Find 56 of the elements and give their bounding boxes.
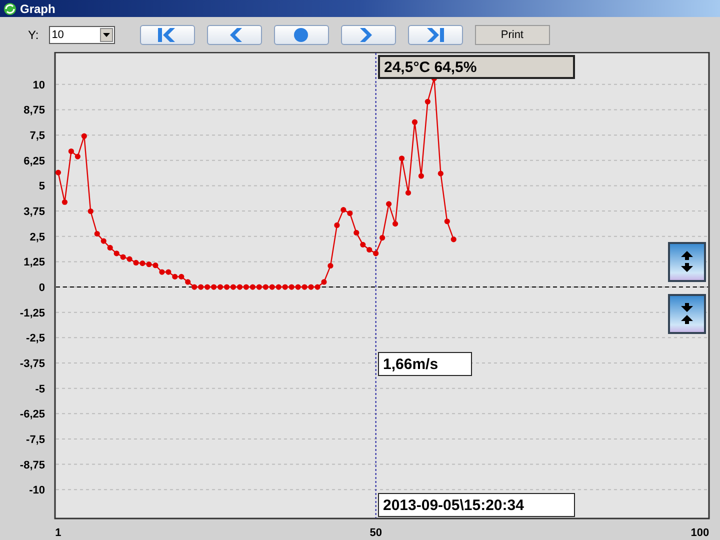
last-button[interactable] [408, 24, 463, 44]
compress-scale-button[interactable] [668, 294, 706, 334]
value-readout: 1,66m/s [378, 352, 472, 376]
timestamp-readout: 2013-09-05\15:20:34 [378, 493, 575, 517]
data-point [450, 236, 456, 242]
data-point [81, 133, 87, 139]
compress-arrows-icon [681, 303, 693, 325]
previous-button[interactable] [206, 24, 262, 44]
y-axis-label: 8,75 [24, 104, 45, 117]
y-axis-label: -1,25 [20, 307, 45, 320]
data-point [398, 156, 405, 162]
y-axis-label: -7,5 [26, 434, 45, 446]
y-axis-label: -10 [29, 484, 45, 497]
data-point [392, 221, 398, 227]
temperature-readout: 24,5°C 64,5% [378, 55, 575, 79]
data-point [418, 173, 424, 179]
y-axis-label: -2,5 [26, 332, 45, 345]
data-point [380, 235, 386, 241]
y-axis-label: 6,25 [24, 155, 45, 168]
data-point [334, 222, 340, 228]
y-axis-label: 3,75 [24, 206, 45, 218]
data-point [412, 119, 418, 125]
first-button[interactable] [140, 24, 195, 44]
y-label: Y: [28, 28, 39, 42]
expand-arrows-icon [681, 251, 693, 273]
y-axis-label: 7,5 [30, 130, 45, 142]
data-point [328, 262, 334, 269]
data-point [424, 98, 430, 104]
center-button[interactable] [274, 24, 329, 44]
x-axis-label: 1 [55, 527, 62, 539]
y-axis-label: -8,75 [20, 459, 45, 472]
x-axis-label: 100 [690, 527, 710, 539]
data-point [354, 230, 360, 236]
y-axis-label: -5 [35, 383, 45, 396]
data-point [62, 199, 68, 205]
data-point [386, 201, 392, 207]
data-point [55, 170, 62, 176]
y-axis-label: -3,75 [20, 358, 45, 370]
y-axis-label: 0 [38, 282, 45, 294]
data-point [405, 190, 412, 196]
data-point [444, 218, 450, 224]
next-button[interactable] [340, 24, 396, 44]
caret-icon [102, 32, 110, 36]
y-axis-label: -6,25 [20, 408, 45, 421]
print-button[interactable]: Print [474, 24, 550, 44]
app-icon [3, 2, 17, 16]
expand-scale-button[interactable] [668, 242, 706, 282]
x-axis-label: 50 [370, 527, 382, 539]
y-axis-label: 5 [38, 180, 45, 193]
window-title: Graph [20, 2, 56, 16]
data-point [88, 208, 94, 214]
y-axis-label: 2,5 [30, 231, 45, 244]
y-axis-label: 1,25 [24, 256, 45, 269]
y-scale-select[interactable]: 10 [48, 26, 115, 44]
y-axis-label: 10 [32, 79, 45, 92]
data-point [438, 170, 444, 176]
